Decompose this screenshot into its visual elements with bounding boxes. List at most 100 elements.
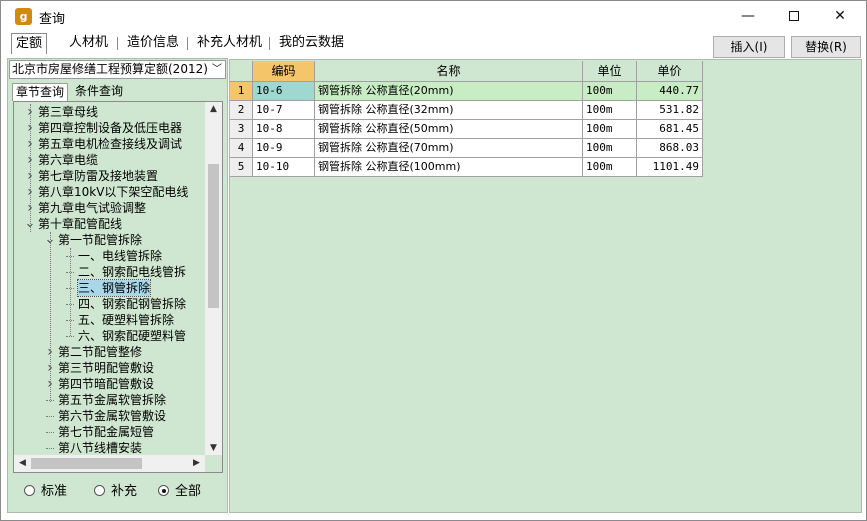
- left-panel: 北京市房屋修缮工程预算定额(2012) ﹀ 章节查询 条件查询 › 第三章母线 › 第…: [7, 58, 228, 513]
- header-unit[interactable]: 单位: [583, 61, 637, 82]
- tree-item-label: 二、钢索配电线管拆: [78, 265, 187, 279]
- tab-quota[interactable]: 定额: [11, 33, 48, 54]
- maximize-icon: [789, 11, 799, 21]
- cell-price[interactable]: 868.03: [637, 139, 703, 158]
- radio-label: 全部: [175, 484, 202, 499]
- cell-price[interactable]: 681.45: [637, 120, 703, 139]
- tree-connector: [46, 432, 54, 433]
- tree-connector: [46, 416, 54, 417]
- tree-item-label: 五、硬塑料管拆除: [78, 313, 175, 327]
- cell-name[interactable]: 钢管拆除 公称直径(100mm): [315, 158, 583, 177]
- cell-name[interactable]: 钢管拆除 公称直径(32mm): [315, 101, 583, 120]
- cell-n[interactable]: 1: [230, 82, 253, 101]
- tab-separator: [117, 37, 118, 50]
- tab-separator: [187, 37, 188, 50]
- close-button[interactable]: ✕: [817, 1, 863, 31]
- tab-separator: [269, 37, 270, 50]
- cell-unit[interactable]: 100m: [583, 82, 637, 101]
- cell-n[interactable]: 2: [230, 101, 253, 120]
- tree-vertical-scrollbar[interactable]: ▲ ▼: [205, 102, 222, 455]
- tree-item-label: 三、钢管拆除: [76, 279, 152, 297]
- chapter-tree: › 第三章母线 › 第四章控制设备及低压电器 › 第五章电机检查接线及调试 › 第六章电缆 › 第…: [13, 101, 223, 473]
- tab-my-cloud-data[interactable]: 我的云数据: [275, 33, 348, 54]
- tab-cost-info[interactable]: 造价信息: [123, 33, 183, 54]
- tree-connector: [46, 448, 54, 449]
- tree-item-label: 一、电线管拆除: [78, 249, 163, 263]
- cell-unit[interactable]: 100m: [583, 101, 637, 120]
- cell-name[interactable]: 钢管拆除 公称直径(70mm): [315, 139, 583, 158]
- tree-item-label: 第四节暗配管敷设: [58, 377, 155, 391]
- quota-table: 编码 名称 单位 单价 1 10-6 钢管拆除 公称直径(20mm) 100m 440.…: [229, 59, 862, 513]
- radio-checked-icon: [158, 485, 169, 496]
- cell-code[interactable]: 10-7: [253, 101, 315, 120]
- cell-name[interactable]: 钢管拆除 公称直径(50mm): [315, 120, 583, 139]
- tree-connector: [66, 336, 74, 337]
- replace-button[interactable]: 替换(R): [791, 36, 861, 58]
- tree-horizontal-scrollbar[interactable]: ◀ ▶: [14, 455, 205, 472]
- cell-code[interactable]: 10-10: [253, 158, 315, 177]
- header-row-number: [230, 61, 253, 82]
- tree-item-label: 第五章电机检查接线及调试: [38, 137, 183, 151]
- tree-item-label: 第五节金属软管拆除: [58, 393, 167, 407]
- scroll-right-icon[interactable]: ▶: [188, 455, 205, 472]
- cell-price[interactable]: 531.82: [637, 101, 703, 120]
- cell-n[interactable]: 4: [230, 139, 253, 158]
- cell-code[interactable]: 10-9: [253, 139, 315, 158]
- tree-item-label: 第七节配金属短管: [58, 425, 155, 439]
- tree-item-label: 第二节配管整修: [58, 345, 143, 359]
- app-logo-icon: g: [15, 8, 32, 25]
- query-window: g 查询 — ✕ 定额 人材机 造价信息 补充人材机 我的云数据 插入(I) 替…: [0, 0, 867, 521]
- title-bar: g 查询 — ✕: [1, 1, 866, 31]
- tree-guide-line: [70, 248, 71, 336]
- radio-circle-icon: [94, 485, 105, 496]
- header-name[interactable]: 名称: [315, 61, 583, 82]
- quota-library-select[interactable]: 北京市房屋修缮工程预算定额(2012) ﹀: [9, 60, 226, 79]
- tree-item-label: 第三章母线: [38, 105, 99, 119]
- tree-item-label: 第六节金属软管敷设: [58, 409, 167, 423]
- cell-price[interactable]: 1101.49: [637, 158, 703, 177]
- cell-n[interactable]: 3: [230, 120, 253, 139]
- tree-guide-line: [50, 232, 51, 402]
- tree-item-label: 第八章10kV以下架空配电线: [38, 185, 189, 199]
- tab-supplementary-material[interactable]: 补充人材机: [193, 33, 266, 54]
- scroll-left-icon[interactable]: ◀: [14, 455, 31, 472]
- insert-button[interactable]: 插入(I): [713, 36, 785, 58]
- scroll-thumb[interactable]: [208, 164, 219, 308]
- cell-price[interactable]: 440.77: [637, 82, 703, 101]
- radio-label: 标准: [41, 484, 68, 499]
- tree-item-label: 第八节线槽安装: [58, 441, 143, 455]
- scroll-thumb[interactable]: [31, 458, 142, 469]
- tree-item-label: 第六章电缆: [38, 153, 99, 167]
- header-code[interactable]: 编码: [253, 61, 315, 82]
- header-price[interactable]: 单价: [637, 61, 703, 82]
- cell-unit[interactable]: 100m: [583, 120, 637, 139]
- chevron-down-icon: ﹀: [212, 64, 222, 75]
- tab-condition-query[interactable]: 条件查询: [72, 83, 126, 101]
- tab-chapter-query[interactable]: 章节查询: [12, 83, 69, 101]
- radio-all[interactable]: 全部: [158, 483, 201, 501]
- scroll-up-icon[interactable]: ▲: [205, 102, 222, 116]
- cell-unit[interactable]: 100m: [583, 158, 637, 177]
- tree-guide-line: [30, 104, 31, 232]
- cell-n[interactable]: 5: [230, 158, 253, 177]
- maximize-button[interactable]: [771, 1, 817, 31]
- radio-supplement[interactable]: 补充: [94, 483, 137, 501]
- radio-circle-icon: [24, 485, 35, 496]
- cell-name[interactable]: 钢管拆除 公称直径(20mm): [315, 82, 583, 101]
- tree-item-label: 六、钢索配硬塑料管: [78, 329, 187, 343]
- cell-unit[interactable]: 100m: [583, 139, 637, 158]
- tree-item-label: 第十章配管配线: [38, 217, 123, 231]
- scroll-down-icon[interactable]: ▼: [205, 441, 222, 455]
- radio-label: 补充: [111, 484, 138, 499]
- cell-code[interactable]: 10-6: [253, 82, 315, 101]
- window-title: 查询: [39, 12, 66, 27]
- tree-item-label: 四、钢索配钢管拆除: [78, 297, 187, 311]
- tree-item-label: 第七章防雷及接地装置: [38, 169, 159, 183]
- tree-item-label: 第九章电气试验调整: [38, 201, 147, 215]
- radio-standard[interactable]: 标准: [24, 483, 67, 501]
- cell-code[interactable]: 10-8: [253, 120, 315, 139]
- tab-labor-material-machine[interactable]: 人材机: [65, 33, 112, 54]
- minimize-button[interactable]: —: [725, 1, 771, 31]
- tree-item-label: 第四章控制设备及低压电器: [38, 121, 183, 135]
- quota-library-value: 北京市房屋修缮工程预算定额(2012): [12, 62, 208, 76]
